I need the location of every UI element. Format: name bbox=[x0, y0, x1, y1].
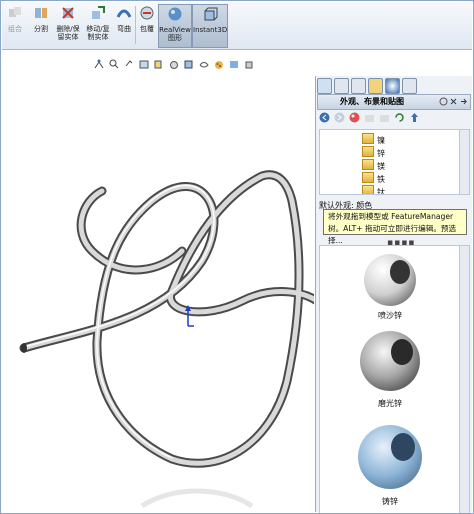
settings-icon[interactable] bbox=[439, 97, 448, 106]
swatch-sandblasted-zinc[interactable]: 喷沙锌 bbox=[320, 252, 460, 322]
sphere-thumbnail bbox=[364, 254, 416, 306]
delete-keep-body-button[interactable]: 删除/保 留实体 bbox=[54, 4, 82, 46]
sphere-thumbnail bbox=[360, 331, 420, 391]
split-label: 分割 bbox=[34, 25, 48, 33]
delete-body-icon bbox=[62, 7, 74, 19]
tree-scrollbar[interactable] bbox=[459, 129, 470, 195]
swatch-label: 磨光锌 bbox=[378, 399, 402, 408]
tree-item-label: 镍 bbox=[377, 136, 385, 145]
window: 组合 分割 删除/保 留实体 移动/复 制实体 弯曲 包覆 RealView 图… bbox=[0, 0, 474, 514]
delete-keep-body-label: 删除/保 留实体 bbox=[56, 25, 80, 41]
tree-item-magnesium[interactable]: 镁 bbox=[362, 159, 385, 172]
hide-show-items-icon[interactable] bbox=[199, 58, 209, 70]
realview-icon bbox=[168, 7, 182, 21]
move-copy-body-button[interactable]: 移动/复 制实体 bbox=[84, 4, 112, 46]
task-pane-tabs bbox=[317, 78, 417, 94]
swatch-polished-zinc[interactable]: 磨光锌 bbox=[320, 328, 460, 414]
combine-label: 组合 bbox=[8, 25, 22, 33]
previous-view-icon[interactable] bbox=[124, 58, 134, 70]
realview-button[interactable]: RealView 图形 bbox=[158, 4, 192, 48]
section-view-icon[interactable] bbox=[139, 58, 149, 70]
dynamic-annotation-icon[interactable] bbox=[154, 58, 164, 70]
apply-scene-icon[interactable] bbox=[229, 58, 239, 70]
instant3d-label: Instant3D bbox=[193, 26, 228, 34]
combine-button[interactable]: 组合 bbox=[4, 4, 26, 46]
heads-up-view-toolbar bbox=[94, 58, 254, 74]
flex-label: 弯曲 bbox=[117, 25, 131, 33]
task-pane-header: 外观、布景和贴图 bbox=[317, 94, 471, 110]
split-button[interactable]: 分割 bbox=[30, 4, 52, 46]
view-settings-icon[interactable] bbox=[244, 58, 254, 70]
folder-icon bbox=[362, 172, 374, 183]
swatch-cast-zinc[interactable]: 铸锌 bbox=[320, 422, 460, 512]
tree-item-zinc[interactable]: 锌 bbox=[362, 146, 385, 159]
tree-item-label: 铁 bbox=[377, 175, 385, 184]
tab-appearances-icon[interactable] bbox=[385, 78, 400, 94]
instant3d-button[interactable]: Instant3D bbox=[192, 4, 228, 48]
drag-hint-tooltip: 将外观拖到模型或 FeatureManager 树。ALT+ 拖动可立即进行编辑… bbox=[323, 209, 467, 245]
add-folder-icon[interactable] bbox=[364, 112, 375, 123]
tree-item-titanium[interactable]: 钛 bbox=[362, 185, 385, 195]
swatch-label: 喷沙锌 bbox=[378, 311, 402, 320]
forward-icon[interactable] bbox=[334, 112, 345, 123]
split-icon bbox=[35, 8, 47, 18]
add-to-library-icon[interactable] bbox=[379, 112, 390, 123]
zoom-to-fit-icon[interactable] bbox=[94, 58, 104, 70]
expand-arrow-icon[interactable] bbox=[459, 97, 468, 106]
flex-button[interactable]: 弯曲 bbox=[114, 4, 134, 46]
tree-item-label: 镁 bbox=[377, 162, 385, 171]
task-pane-nav bbox=[319, 112, 420, 126]
wrap-label: 包覆 bbox=[140, 25, 154, 33]
back-icon[interactable] bbox=[319, 112, 330, 123]
combine-icon bbox=[9, 7, 21, 17]
tree-item-label: 钛 bbox=[377, 188, 385, 195]
features-toolbar: 组合 分割 删除/保 留实体 移动/复 制实体 弯曲 包覆 RealView 图… bbox=[2, 2, 472, 50]
display-style-icon[interactable] bbox=[184, 58, 194, 70]
wrap-button[interactable]: 包覆 bbox=[137, 4, 157, 46]
tree-item-nickel[interactable]: 镍 bbox=[362, 133, 385, 146]
tab-custom-properties-icon[interactable] bbox=[402, 78, 417, 94]
tab-file-explorer-icon[interactable] bbox=[351, 78, 366, 94]
toolbar-separator bbox=[135, 6, 136, 44]
tab-view-palette-icon[interactable] bbox=[368, 78, 383, 94]
tab-home-icon[interactable] bbox=[317, 78, 332, 94]
graphics-area[interactable] bbox=[2, 50, 314, 512]
tube-end bbox=[21, 343, 27, 353]
refresh-icon[interactable] bbox=[394, 112, 405, 123]
sphere-thumbnail bbox=[358, 425, 422, 489]
folder-icon bbox=[362, 133, 374, 144]
folder-icon bbox=[362, 185, 374, 194]
move-copy-body-label: 移动/复 制实体 bbox=[86, 25, 110, 41]
realview-label: RealView 图形 bbox=[159, 26, 191, 42]
task-pane-title: 外观、布景和贴图 bbox=[340, 97, 404, 106]
swatches-scrollbar[interactable] bbox=[459, 245, 470, 513]
swatch-label: 铸锌 bbox=[382, 497, 398, 506]
tab-design-library-icon[interactable] bbox=[334, 78, 349, 94]
move-body-icon bbox=[92, 6, 105, 19]
appearance-swatches: 喷沙锌 磨光锌 铸锌 bbox=[319, 245, 461, 513]
tree-item-iron[interactable]: 铁 bbox=[362, 172, 385, 185]
instant3d-icon bbox=[204, 7, 218, 21]
appearance-tree: 镍 锌 镁 铁 钛 bbox=[319, 129, 461, 195]
wrap-icon bbox=[140, 6, 154, 20]
up-arrow-icon[interactable] bbox=[409, 112, 420, 123]
flex-icon bbox=[116, 9, 132, 18]
edit-appearance-icon[interactable] bbox=[214, 58, 224, 70]
pin-icon[interactable] bbox=[449, 97, 458, 106]
folder-icon bbox=[362, 159, 374, 170]
zoom-area-icon[interactable] bbox=[109, 58, 119, 70]
tree-item-label: 锌 bbox=[377, 149, 385, 158]
view-orientation-icon[interactable] bbox=[169, 58, 179, 70]
folder-icon bbox=[362, 146, 374, 157]
appearances-home-icon[interactable] bbox=[349, 112, 360, 123]
tube-knot-model[interactable] bbox=[2, 50, 314, 512]
